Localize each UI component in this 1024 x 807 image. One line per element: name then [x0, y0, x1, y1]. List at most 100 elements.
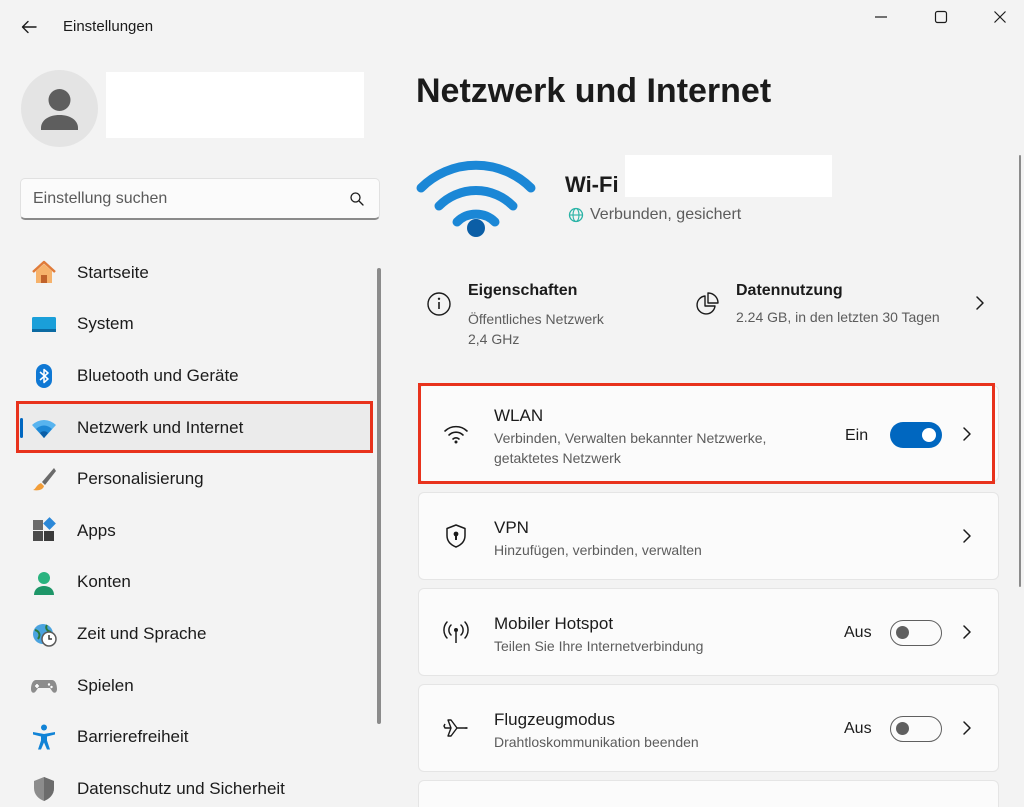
connection-status-text: Verbunden, gesichert — [590, 206, 742, 223]
sidebar-item-label: Datenschutz und Sicherheit — [77, 778, 285, 798]
sidebar-item-zeit[interactable]: Zeit und Sprache — [16, 608, 372, 660]
wlan-title: WLAN — [494, 406, 544, 425]
globe-icon — [568, 207, 584, 223]
maximize-button[interactable] — [918, 2, 964, 32]
user-name-redacted — [106, 72, 364, 138]
airplane-state: Aus — [844, 720, 872, 737]
hotspot-antenna-icon — [441, 617, 471, 647]
wlan-subtitle-line: getaktetes Netzwerk — [494, 450, 621, 466]
search-icon — [350, 192, 364, 206]
wlan-toggle[interactable] — [890, 422, 942, 448]
sidebar-item-startseite[interactable]: Startseite — [16, 247, 372, 299]
title-bar: Einstellungen — [0, 0, 1024, 52]
search-box[interactable] — [20, 178, 380, 220]
chevron-right-icon[interactable] — [973, 293, 987, 313]
back-button[interactable] — [14, 12, 44, 42]
clock-globe-icon — [30, 620, 58, 648]
main-scrollbar[interactable] — [1019, 155, 1021, 587]
maximize-icon — [934, 10, 948, 24]
info-icon — [427, 292, 451, 316]
sidebar-item-bluetooth[interactable]: Bluetooth und Geräte — [16, 350, 372, 402]
sidebar-item-barrierefreiheit[interactable]: Barrierefreiheit — [16, 711, 372, 763]
airplane-toggle[interactable] — [890, 716, 942, 742]
gamepad-icon — [30, 672, 58, 700]
vpn-subtitle: Hinzufügen, verbinden, verwalten — [494, 542, 702, 558]
network-type: Öffentliches Netzwerk — [468, 311, 604, 327]
sidebar-item-label: Apps — [77, 520, 116, 540]
sidebar-item-label: Personalisierung — [77, 469, 204, 489]
system-display-icon — [30, 311, 58, 339]
hotspot-toggle[interactable] — [890, 620, 942, 646]
wifi-ssid-redacted — [625, 155, 832, 197]
hotspot-subtitle: Teilen Sie Ihre Internetverbindung — [494, 638, 704, 654]
wifi-icon — [30, 414, 58, 442]
accessibility-icon — [30, 723, 58, 751]
minimize-button[interactable] — [858, 2, 904, 32]
app-title: Einstellungen — [63, 18, 154, 35]
toggle-knob — [922, 428, 936, 442]
wlan-card[interactable]: WLAN Verbinden, Verwalten bekannter Netz… — [418, 385, 999, 482]
wifi-icon — [441, 419, 471, 449]
back-arrow-icon — [21, 20, 37, 34]
sidebar-item-label: System — [77, 314, 134, 334]
account-icon — [30, 569, 58, 597]
chevron-right-icon[interactable] — [960, 526, 974, 546]
wifi-name-label: Wi-Fi — [565, 172, 619, 197]
home-icon — [30, 259, 58, 287]
toggle-knob — [896, 722, 909, 735]
sidebar-item-label: Zeit und Sprache — [77, 623, 207, 643]
sidebar-item-personalisierung[interactable]: Personalisierung — [16, 453, 372, 505]
sidebar-item-label: Spielen — [77, 675, 134, 695]
sidebar-item-label: Bluetooth und Geräte — [77, 365, 239, 385]
data-usage-details: 2.24 GB, in den letzten 30 Tagen — [736, 309, 940, 325]
bluetooth-icon — [30, 362, 58, 390]
sidebar-item-spielen[interactable]: Spielen — [16, 660, 372, 712]
user-avatar-icon — [41, 89, 78, 130]
sidebar-item-system[interactable]: System — [16, 299, 372, 351]
chevron-right-icon[interactable] — [960, 718, 974, 738]
chevron-right-icon[interactable] — [960, 424, 974, 444]
properties-row: Eigenschaften Öffentliches Netzwerk 2,4 … — [418, 263, 1000, 358]
sidebar-item-datenschutz[interactable]: Datenschutz und Sicherheit — [16, 763, 372, 807]
connection-status: Verbunden, gesichert — [568, 206, 741, 224]
airplane-subtitle: Drahtloskommunikation beenden — [494, 734, 699, 750]
data-usage-link[interactable]: Datennutzung — [736, 282, 843, 300]
network-band: 2,4 GHz — [468, 331, 520, 347]
page-title: Netzwerk und Internet — [416, 72, 772, 110]
wlan-subtitle: Verbinden, Verwalten bekannter Netzwerke… — [494, 428, 766, 468]
sidebar-item-netzwerk[interactable]: Netzwerk und Internet — [16, 401, 372, 454]
sidebar-item-konten[interactable]: Konten — [16, 557, 372, 609]
sidebar-item-label: Konten — [77, 572, 131, 592]
brush-icon — [30, 465, 58, 493]
airplane-icon — [441, 713, 471, 743]
toggle-knob — [896, 626, 909, 639]
airplane-title: Flugzeugmodus — [494, 710, 615, 729]
sidebar-item-label: Netzwerk und Internet — [77, 417, 244, 437]
next-card-partial[interactable] — [418, 780, 999, 807]
avatar[interactable] — [21, 70, 98, 147]
search-input[interactable] — [33, 188, 333, 210]
properties-details: Öffentliches Netzwerk 2,4 GHz — [468, 309, 604, 349]
hotspot-title: Mobiler Hotspot — [494, 614, 614, 633]
close-button[interactable] — [977, 2, 1023, 32]
apps-icon — [30, 517, 58, 545]
sidebar-item-label: Barrierefreiheit — [77, 727, 189, 747]
airplane-mode-card[interactable]: Flugzeugmodus Drahtloskommunikation been… — [418, 684, 999, 772]
properties-link[interactable]: Eigenschaften — [468, 282, 577, 300]
vpn-card[interactable]: VPN Hinzufügen, verbinden, verwalten — [418, 492, 999, 580]
shield-icon — [30, 775, 58, 803]
minimize-icon — [875, 16, 887, 18]
pie-chart-icon — [696, 292, 719, 315]
wifi-hero-icon — [416, 160, 536, 237]
chevron-right-icon[interactable] — [960, 622, 974, 642]
sidebar-scrollbar[interactable] — [377, 268, 381, 724]
shield-lock-icon — [441, 521, 471, 551]
hotspot-state: Aus — [844, 624, 872, 641]
wlan-subtitle-line: Verbinden, Verwalten bekannter Netzwerke… — [494, 430, 767, 446]
sidebar-item-label: Startseite — [77, 262, 149, 282]
wlan-state: Ein — [845, 427, 869, 444]
sidebar-nav: Startseite System Bluetooth und Geräte N… — [16, 247, 372, 807]
hotspot-card[interactable]: Mobiler Hotspot Teilen Sie Ihre Internet… — [418, 588, 999, 676]
sidebar-item-apps[interactable]: Apps — [16, 505, 372, 557]
close-icon — [994, 11, 1006, 23]
